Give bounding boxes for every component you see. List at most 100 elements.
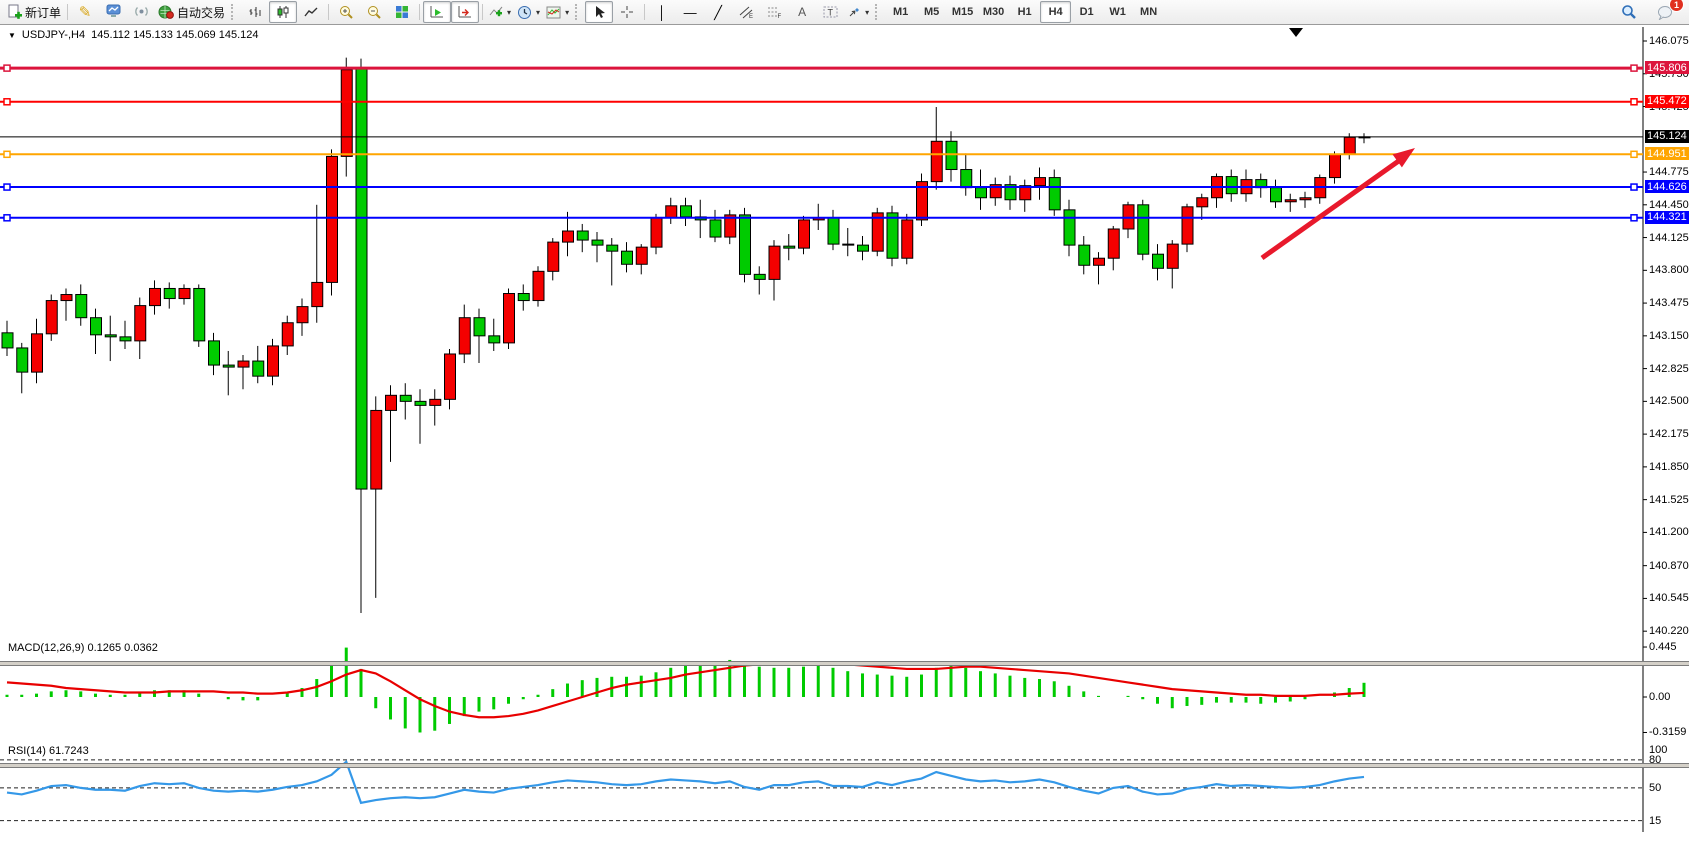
timeframe-m5-button[interactable]: M5 [916,1,947,23]
candle [946,141,957,169]
cursor-tool-button[interactable] [585,1,613,23]
timeframe-d1-button[interactable]: D1 [1071,1,1102,23]
hline-anchor[interactable] [4,151,10,157]
line-chart-button[interactable] [297,1,325,23]
trendline-tool-button[interactable]: ╱ [704,1,732,23]
collapse-triangle-icon[interactable]: ▼ [8,31,16,40]
tile-windows-icon [395,5,409,19]
hline-anchor[interactable] [1631,215,1637,221]
hline-anchor[interactable] [4,184,10,190]
text-tool-button[interactable]: A [788,1,816,23]
hline-anchor[interactable] [4,65,10,71]
candle [1344,137,1355,154]
mt4-window: 新订单 ✎ [0,0,1689,857]
chat-button[interactable]: 1 [1651,1,1679,23]
bar-chart-button[interactable] [241,1,269,23]
market-terminal-icon [106,4,121,20]
templates-button[interactable]: ▾ [543,1,572,23]
timeframe-m15-button[interactable]: M15 [947,1,978,23]
timeframe-w1-button[interactable]: W1 [1102,1,1133,23]
arrows-tool-button[interactable]: ▾ [844,1,872,23]
zoom-in-button[interactable] [332,1,360,23]
price-tag-144.626: 144.626 [1645,180,1689,193]
candle [504,294,515,343]
price-axis-value: 141.200 [1649,526,1689,538]
metaeditor-button[interactable]: ✎ [71,1,99,23]
arrows-shapes-icon [847,5,861,19]
candle [356,69,367,489]
hline-anchor[interactable] [1631,184,1637,190]
timeframe-m30-button[interactable]: M30 [978,1,1009,23]
chart-shift-marker[interactable] [1289,28,1303,37]
macd-label: MACD(12,26,9) 0.1265 0.0362 [8,642,158,654]
candle [150,288,161,305]
candle [1049,178,1060,210]
rsi-panel-divider[interactable] [0,763,1689,768]
hline-anchor[interactable] [1631,99,1637,105]
candle [46,301,57,334]
candle [120,337,131,341]
vertical-line-icon: │ [658,6,666,19]
horizontal-line-tool-button[interactable]: — [676,1,704,23]
price-axis-value: 144.450 [1649,199,1689,211]
new-order-button[interactable]: 新订单 [4,1,64,23]
macd-axis-value: 0.00 [1649,691,1670,703]
search-icon [1621,4,1637,20]
macd-panel-divider[interactable] [0,661,1689,666]
timeframe-label: W1 [1109,6,1126,18]
price-axis-value: 140.545 [1649,592,1689,604]
new-order-icon [7,4,22,21]
candle [843,244,854,245]
market-button[interactable] [99,1,127,23]
chart-shift-button[interactable] [451,1,479,23]
chart-canvas[interactable] [0,25,1689,857]
price-axis-value: 140.220 [1649,625,1689,637]
auto-scroll-button[interactable] [423,1,451,23]
chat-badge: 1 [1669,0,1684,12]
hline-anchor[interactable] [4,99,10,105]
hline-anchor[interactable] [1631,151,1637,157]
candle [76,295,87,318]
indicators-button[interactable]: ▾ [486,1,514,23]
candle [1300,198,1311,200]
text-icon: A [798,6,806,19]
candle [1226,177,1237,194]
crayon-icon: ✎ [79,6,92,19]
text-label-tool-button[interactable]: T [816,1,844,23]
candle [91,318,102,335]
hline-anchor[interactable] [4,215,10,221]
candle [976,188,987,198]
timeframe-h1-button[interactable]: H1 [1009,1,1040,23]
price-axis-value: 143.475 [1649,297,1689,309]
tile-windows-button[interactable] [388,1,416,23]
candle [961,170,972,188]
autotrading-button[interactable]: 自动交易 [155,1,228,23]
candle [636,247,647,264]
candle [577,231,588,240]
timeframe-h4-button[interactable]: H4 [1040,1,1071,23]
candle [209,341,220,365]
price-axis-value: 141.525 [1649,494,1689,506]
symbol-period-label: USDJPY-,H4 [22,29,85,41]
timeframe-label: M5 [924,6,939,18]
chart-window[interactable]: ▼ USDJPY-,H4 145.112 145.133 145.069 145… [0,25,1689,849]
candle [607,245,618,251]
zoom-out-button[interactable] [360,1,388,23]
candlestick-chart-button[interactable] [269,1,297,23]
price-tag-144.321: 144.321 [1645,211,1689,224]
fibonacci-tool-button[interactable]: F [760,1,788,23]
crosshair-tool-button[interactable] [613,1,641,23]
periods-button[interactable]: ▾ [514,1,543,23]
vertical-line-tool-button[interactable]: │ [648,1,676,23]
hline-anchor[interactable] [1631,65,1637,71]
candlestick-chart-icon [276,5,290,19]
channel-tool-button[interactable]: E [732,1,760,23]
price-tag-145.124: 145.124 [1645,130,1689,143]
signals-button[interactable] [127,1,155,23]
candle [858,245,869,251]
search-button[interactable] [1615,1,1643,23]
timeframe-mn-button[interactable]: MN [1133,1,1164,23]
candle [666,206,677,218]
templates-dropdown-arrow: ▾ [565,8,569,17]
timeframe-m1-button[interactable]: M1 [885,1,916,23]
